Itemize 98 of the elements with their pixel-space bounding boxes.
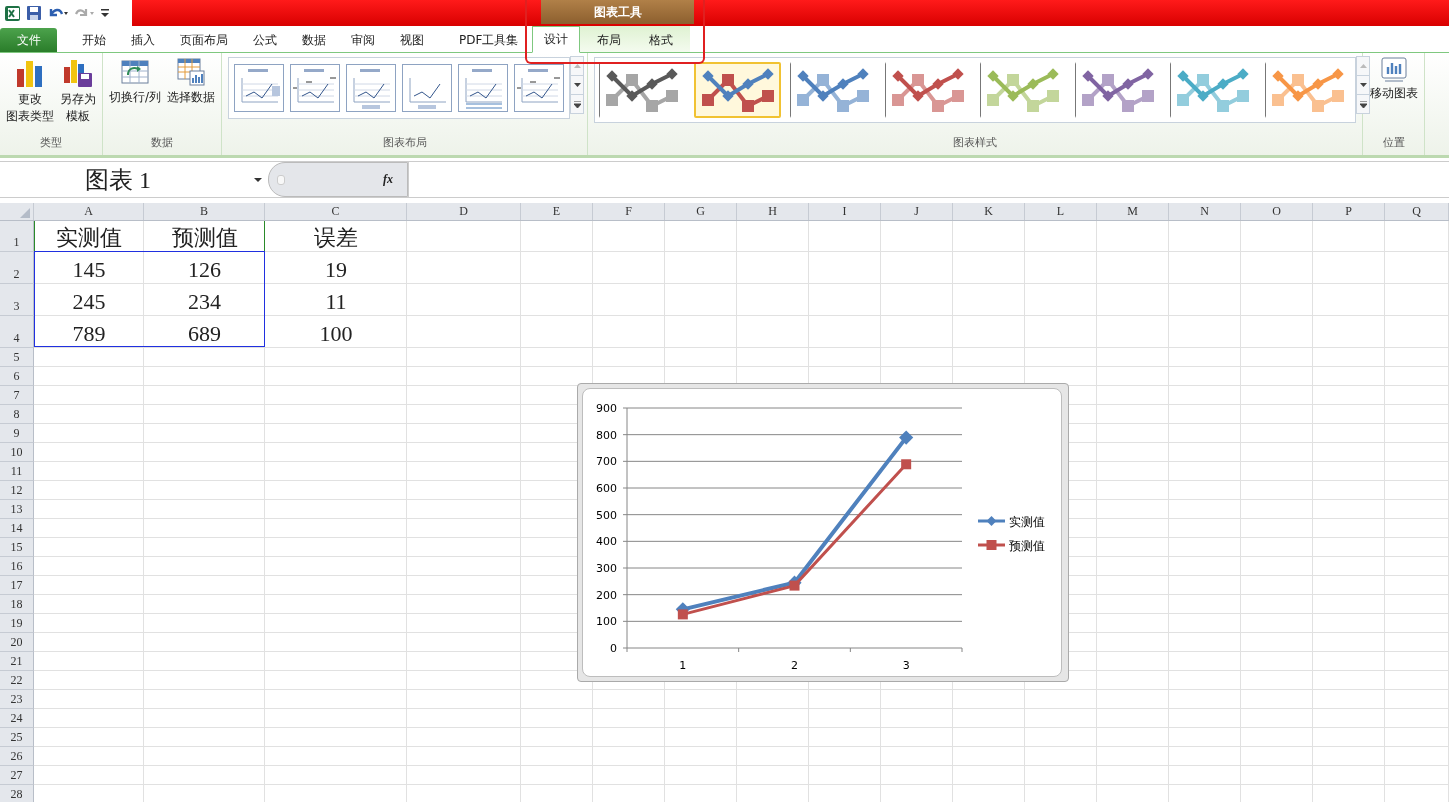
ribbon-button[interactable]: 另存为 模板	[59, 57, 97, 125]
row-header[interactable]: 10	[0, 443, 34, 462]
row-header[interactable]: 17	[0, 576, 34, 595]
row-header[interactable]: 24	[0, 709, 34, 728]
column-header[interactable]: D	[407, 203, 521, 220]
column-header[interactable]: B	[144, 203, 265, 220]
row-header[interactable]: 7	[0, 386, 34, 405]
row-header[interactable]: 18	[0, 595, 34, 614]
y-tick-label: 200	[596, 588, 617, 602]
row-header[interactable]: 3	[0, 284, 34, 316]
y-tick-label: 400	[596, 535, 617, 549]
row-header[interactable]: 15	[0, 538, 34, 557]
ribbon-tab[interactable]: 设计	[532, 26, 581, 53]
row-header[interactable]: 12	[0, 481, 34, 500]
row-header[interactable]: 11	[0, 462, 34, 481]
group-label: 图表布局	[381, 135, 428, 151]
row-header[interactable]: 16	[0, 557, 34, 576]
table-cell[interactable]: 234	[144, 284, 265, 316]
row-header[interactable]: 27	[0, 766, 34, 785]
legend-label: 实测值	[1009, 515, 1045, 529]
row-header[interactable]: 26	[0, 747, 34, 766]
ribbon-tab[interactable]: 格式	[638, 28, 685, 52]
table-cell[interactable]: 245	[34, 284, 144, 316]
column-header[interactable]: Q	[1385, 203, 1449, 220]
y-tick-label: 800	[596, 428, 617, 442]
row-header[interactable]: 23	[0, 690, 34, 709]
row-header[interactable]: 4	[0, 316, 34, 348]
column-header[interactable]: O	[1241, 203, 1313, 220]
group-label: 位置	[1381, 135, 1406, 151]
y-tick-label: 900	[596, 402, 617, 415]
column-header[interactable]: M	[1097, 203, 1169, 220]
name-box[interactable]: 图表 1	[0, 162, 268, 197]
y-tick-label: 500	[596, 508, 617, 522]
row-header[interactable]: 25	[0, 728, 34, 747]
column-header[interactable]: H	[737, 203, 809, 220]
x-tick-label: 1	[679, 659, 687, 672]
table-cell[interactable]: 789	[34, 316, 144, 348]
ribbon-tab[interactable]: 开始	[71, 28, 117, 52]
legend-label: 预测值	[1009, 539, 1045, 553]
row-header[interactable]: 28	[0, 785, 34, 802]
column-header[interactable]: G	[665, 203, 737, 220]
ribbon-tab[interactable]: 布局	[586, 28, 633, 52]
ribbon-tab[interactable]: PDF工具集	[448, 28, 530, 52]
row-header[interactable]: 20	[0, 633, 34, 652]
table-cell[interactable]: 实测值	[34, 221, 144, 252]
y-tick-label: 100	[596, 615, 617, 629]
ribbon-button[interactable]: 切换行/列	[107, 57, 162, 106]
row-header[interactable]: 2	[0, 252, 34, 284]
ribbon-tab[interactable]: 公式	[242, 28, 288, 52]
column-header[interactable]: K	[953, 203, 1025, 220]
move-chart-button[interactable]: 移动图表	[1368, 57, 1419, 102]
table-cell[interactable]: 11	[265, 284, 407, 316]
ribbon-tab[interactable]: 页面布局	[169, 28, 239, 52]
column-header[interactable]: A	[34, 203, 144, 220]
column-header[interactable]: J	[881, 203, 953, 220]
row-header[interactable]: 13	[0, 500, 34, 519]
row-header[interactable]: 14	[0, 519, 34, 538]
row-header[interactable]: 1	[0, 221, 34, 252]
table-cell[interactable]: 误差	[265, 221, 407, 252]
group-label: 图表样式	[952, 135, 998, 151]
ribbon-tab[interactable]: 视图	[389, 28, 435, 52]
column-header[interactable]: F	[593, 203, 665, 220]
row-header[interactable]: 5	[0, 348, 34, 367]
group-label: 数据	[150, 135, 174, 151]
ribbon-button[interactable]: 更改 图表类型	[5, 57, 55, 125]
row-header[interactable]: 22	[0, 671, 34, 690]
column-header[interactable]: E	[521, 203, 593, 220]
row-header[interactable]: 6	[0, 367, 34, 386]
y-tick-label: 0	[610, 642, 617, 655]
y-tick-label: 300	[596, 562, 617, 575]
x-tick-label: 3	[902, 659, 910, 672]
group-label: 类型	[39, 135, 63, 151]
column-header[interactable]: C	[265, 203, 407, 220]
ribbon-tab[interactable]: 插入	[120, 28, 166, 52]
chart-frame[interactable]: 0 100 200 300 400 500 600 700 800 900 1 2 3 实测值 预测值	[577, 383, 1069, 682]
x-tick-label: 2	[791, 659, 798, 672]
ribbon-tab[interactable]: 文件	[0, 28, 57, 52]
ribbon-tab[interactable]: 审阅	[340, 28, 386, 52]
row-header[interactable]: 21	[0, 652, 34, 671]
table-cell[interactable]: 预测值	[144, 221, 265, 252]
column-header[interactable]: L	[1025, 203, 1097, 220]
column-header[interactable]: I	[809, 203, 881, 220]
table-cell[interactable]: 145	[34, 252, 144, 284]
ribbon-tab[interactable]: 数据	[291, 28, 337, 52]
table-cell[interactable]: 100	[265, 316, 407, 348]
table-cell[interactable]: 19	[265, 252, 407, 284]
row-header[interactable]: 19	[0, 614, 34, 633]
y-tick-label: 700	[596, 455, 617, 469]
y-tick-label: 600	[596, 482, 617, 495]
row-header[interactable]: 8	[0, 405, 34, 424]
ribbon-button[interactable]: 选择数据	[166, 57, 216, 106]
column-header[interactable]: P	[1313, 203, 1385, 220]
column-header[interactable]: N	[1169, 203, 1241, 220]
contextual-tab-group-label: 图表工具	[541, 0, 694, 24]
table-cell[interactable]: 126	[144, 252, 265, 284]
table-cell[interactable]: 689	[144, 316, 265, 348]
insert-function-button[interactable]: fx	[383, 172, 393, 187]
row-header[interactable]: 9	[0, 424, 34, 443]
